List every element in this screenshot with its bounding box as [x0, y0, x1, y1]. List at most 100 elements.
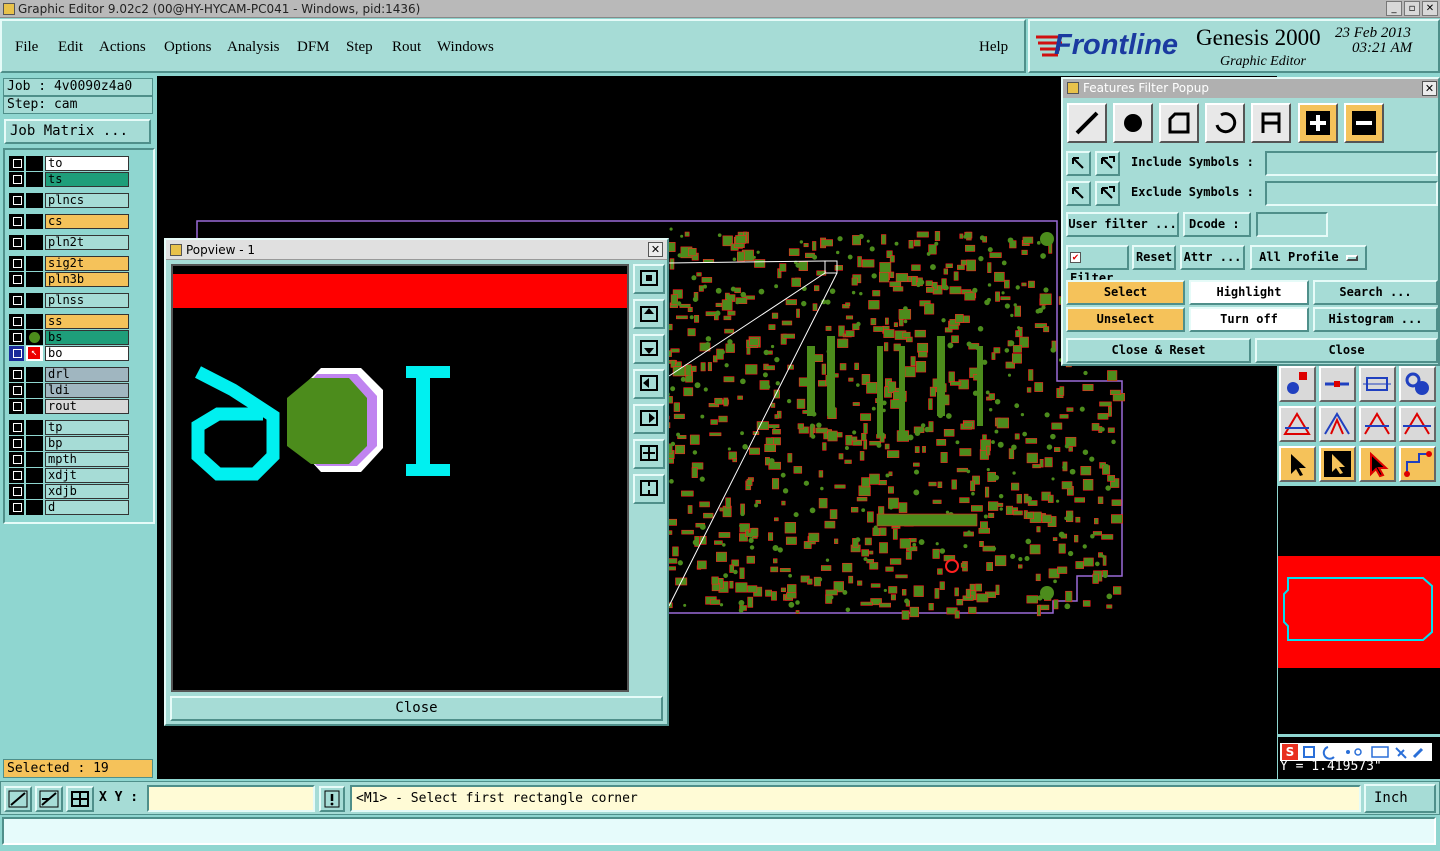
layer-checkbox[interactable] [9, 468, 24, 483]
layer-row[interactable]: d [9, 500, 129, 515]
pan-right-icon[interactable] [633, 404, 665, 434]
layer-checkbox[interactable] [9, 256, 24, 271]
layer-display-slot[interactable] [26, 436, 43, 451]
text-feature-icon[interactable] [1251, 103, 1291, 143]
units-select[interactable]: Inch [1364, 784, 1436, 826]
layer-display-slot[interactable] [26, 256, 43, 271]
layer-row[interactable]: xdjb [9, 484, 129, 499]
layer-name[interactable]: xdjb [45, 484, 129, 499]
layer-checkbox[interactable] [9, 383, 24, 398]
measure-dist-icon[interactable] [35, 786, 63, 812]
layer-display-slot[interactable] [26, 468, 43, 483]
layer-display-slot[interactable] [26, 383, 43, 398]
reset-button[interactable]: Reset [1132, 245, 1176, 270]
layer-checkbox[interactable] [9, 193, 24, 208]
layer-row[interactable]: sig2t [9, 256, 129, 271]
layer-display-slot[interactable] [26, 452, 43, 467]
popview-close-icon[interactable]: ✕ [648, 242, 663, 257]
snap-midpoint-icon[interactable] [1359, 366, 1396, 402]
zoom-out-icon[interactable] [633, 474, 665, 504]
snap-line-icon[interactable] [1319, 366, 1356, 402]
layer-name[interactable]: to [45, 156, 129, 171]
net-connect-icon[interactable] [1399, 446, 1436, 482]
search-button[interactable]: Search ... [1313, 280, 1438, 305]
menu-dfm[interactable]: DFM [297, 39, 330, 56]
positive-polarity-icon[interactable] [1298, 103, 1338, 143]
layer-row[interactable]: xdjt [9, 468, 129, 483]
layer-checkbox[interactable] [9, 156, 24, 171]
grid-icon[interactable] [66, 786, 94, 812]
pan-up-icon[interactable] [633, 299, 665, 329]
layer-display-slot[interactable] [26, 330, 43, 345]
menu-actions[interactable]: Actions [99, 39, 146, 56]
filter-toggle[interactable]: ✔ Filter [1066, 245, 1129, 285]
pan-down-icon[interactable] [633, 334, 665, 364]
layer-checkbox[interactable] [9, 214, 24, 229]
layer-checkbox[interactable] [9, 346, 24, 361]
draw-tri-line-icon[interactable] [1319, 406, 1356, 442]
layer-checkbox[interactable] [9, 500, 24, 515]
layer-name[interactable]: plncs [45, 193, 129, 208]
profile-select[interactable]: All Profile [1250, 245, 1367, 270]
menu-step[interactable]: Step [346, 39, 373, 56]
line-feature-icon[interactable] [1067, 103, 1107, 143]
layer-name[interactable]: bs [45, 330, 129, 345]
layer-display-slot[interactable] [26, 314, 43, 329]
layer-row[interactable]: drl [9, 367, 129, 382]
menu-rout[interactable]: Rout [392, 39, 421, 56]
layer-row[interactable]: ss [9, 314, 129, 329]
layer-name[interactable]: cs [45, 214, 129, 229]
draw-triangle-icon[interactable] [1279, 406, 1316, 442]
zoom-fit-icon[interactable] [633, 264, 665, 294]
arc-feature-icon[interactable] [1205, 103, 1245, 143]
histogram-button[interactable]: Histogram ... [1313, 307, 1438, 332]
maximize-button[interactable]: ▫ [1404, 1, 1420, 16]
layer-name[interactable]: mpth [45, 452, 129, 467]
close-window-button[interactable]: ✕ [1422, 1, 1438, 16]
layer-checkbox[interactable] [9, 367, 24, 382]
layer-checkbox[interactable] [9, 484, 24, 499]
layer-name[interactable]: xdjt [45, 468, 129, 483]
layer-display-slot[interactable] [26, 500, 43, 515]
layer-row[interactable]: tp [9, 420, 129, 435]
exclude-pick-icon[interactable] [1095, 181, 1120, 206]
exclude-symbols-input[interactable] [1265, 181, 1438, 206]
filter-checkbox-icon[interactable]: ✔ [1070, 252, 1081, 263]
layer-row[interactable]: rout [9, 399, 129, 414]
snap-skeleton-icon[interactable] [1399, 366, 1436, 402]
exclude-select-icon[interactable] [1066, 181, 1091, 206]
layer-name[interactable]: ss [45, 314, 129, 329]
draw-cross-icon[interactable] [1399, 406, 1436, 442]
popview-close-button[interactable]: Close [170, 696, 663, 721]
pointer-select-icon[interactable] [1279, 446, 1316, 482]
layer-row[interactable]: ↖ bo [9, 346, 129, 361]
filter-close-button[interactable]: Close [1255, 338, 1438, 363]
layer-row[interactable]: pln2t [9, 235, 129, 250]
include-select-icon[interactable] [1066, 151, 1091, 176]
layer-display-slot[interactable] [26, 193, 43, 208]
layer-checkbox[interactable] [9, 314, 24, 329]
layer-display-slot[interactable] [26, 272, 43, 287]
job-matrix-button[interactable]: Job Matrix ... [4, 119, 151, 144]
filter-popup-close-icon[interactable]: ✕ [1422, 81, 1437, 96]
layer-name[interactable]: ts [45, 172, 129, 187]
pointer-box-icon[interactable] [1319, 446, 1356, 482]
layer-display-slot[interactable] [26, 172, 43, 187]
xy-input[interactable] [147, 785, 315, 812]
layer-row[interactable]: bs [9, 330, 129, 345]
user-filter-button[interactable]: User filter ... [1066, 212, 1179, 237]
layer-display-slot[interactable]: ↖ [26, 346, 43, 361]
layer-name[interactable]: d [45, 500, 129, 515]
layer-checkbox[interactable] [9, 399, 24, 414]
popview-canvas[interactable] [171, 264, 629, 692]
layer-name[interactable]: rout [45, 399, 129, 414]
layer-checkbox[interactable] [9, 330, 24, 345]
overview-minimap[interactable] [1278, 486, 1440, 734]
layer-name[interactable]: pln2t [45, 235, 129, 250]
layer-display-slot[interactable] [26, 293, 43, 308]
layer-checkbox[interactable] [9, 420, 24, 435]
layer-name[interactable]: bo [45, 346, 129, 361]
pad-feature-icon[interactable] [1113, 103, 1153, 143]
layer-checkbox[interactable] [9, 172, 24, 187]
layer-display-slot[interactable] [26, 420, 43, 435]
